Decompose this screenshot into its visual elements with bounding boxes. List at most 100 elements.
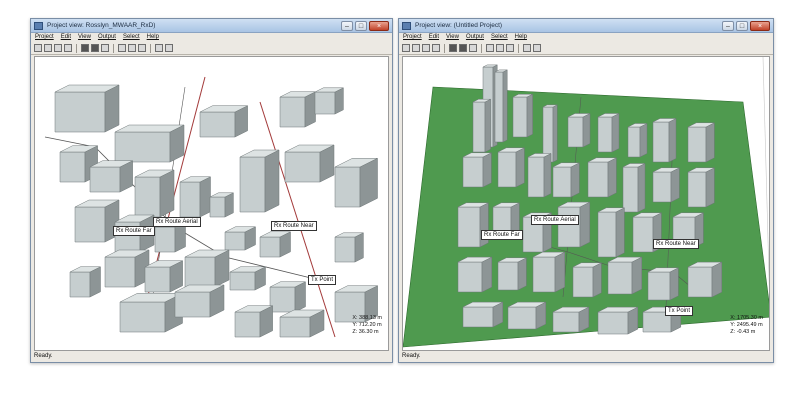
building-front: [627, 126, 641, 158]
menu-project[interactable]: Project: [35, 33, 54, 42]
menu-bar: Project Edit View Output Select Help: [399, 33, 773, 42]
building-front: [497, 151, 517, 188]
menu-select[interactable]: Select: [123, 33, 140, 42]
title-bar[interactable]: Project view: Rosslyn_MWAAR_RxD) – □ ×: [31, 19, 392, 33]
building-front: [234, 311, 261, 338]
building-front: [154, 226, 176, 253]
building-side: [199, 176, 211, 218]
3d-viewport[interactable]: Rx Route Aerial Rx Route Far Rx Route Ne…: [34, 56, 389, 351]
pan-icon[interactable]: [128, 44, 136, 52]
building-side: [579, 201, 591, 248]
building-front: [687, 126, 707, 163]
building-side: [611, 113, 620, 153]
city-model-canvas[interactable]: [403, 57, 770, 350]
save-project-icon[interactable]: [44, 44, 52, 52]
building-front: [74, 206, 106, 243]
building-side: [304, 91, 316, 128]
menu-help[interactable]: Help: [147, 33, 159, 42]
building-front: [114, 131, 171, 163]
menu-output[interactable]: Output: [98, 33, 116, 42]
toolbar-separator: [113, 43, 114, 53]
cursor-coordinates: X: 1705.30 m Y: 2495.49 m Z: -0.43 m: [730, 315, 763, 336]
building-side: [570, 162, 580, 198]
save-project-icon[interactable]: [412, 44, 420, 52]
minimize-button[interactable]: –: [341, 20, 353, 31]
building-side: [526, 93, 533, 138]
view-mode-icon[interactable]: [81, 44, 89, 52]
close-button[interactable]: ×: [369, 20, 389, 31]
rx-route-aerial-label: Rx Route Aerial: [531, 215, 579, 225]
building-front: [284, 151, 321, 183]
building-side: [711, 261, 723, 298]
title-bar[interactable]: Project view: (Untitled Project) – □ ×: [399, 19, 773, 33]
grid-icon[interactable]: [101, 44, 109, 52]
toolbar: [31, 42, 392, 55]
coord-y: Y: 2495.49 m: [730, 322, 763, 328]
building-side: [582, 113, 591, 148]
camera-icon[interactable]: [91, 44, 99, 52]
export-icon[interactable]: [64, 44, 72, 52]
building-front: [314, 91, 336, 115]
building-front: [687, 266, 713, 298]
open-project-icon[interactable]: [34, 44, 42, 52]
building-front: [597, 211, 617, 258]
building-front: [497, 261, 519, 291]
building-front: [552, 311, 580, 333]
3d-viewport[interactable]: Rx Route Aerial Rx Route Far Rx Route Ne…: [402, 56, 770, 351]
measure-icon[interactable]: [523, 44, 531, 52]
building-side: [515, 147, 525, 188]
building-front: [494, 71, 504, 143]
menu-output[interactable]: Output: [466, 33, 484, 42]
project-view-window-right: Project view: (Untitled Project) – □ × P…: [398, 18, 774, 363]
maximize-button[interactable]: □: [736, 20, 748, 31]
building-side: [264, 149, 280, 213]
rotate-icon[interactable]: [118, 44, 126, 52]
building-front: [567, 116, 584, 148]
building-side: [334, 87, 344, 115]
menu-project[interactable]: Project: [403, 33, 422, 42]
building-front: [632, 216, 654, 253]
building-front: [647, 271, 671, 301]
menu-select[interactable]: Select: [491, 33, 508, 42]
building-front: [179, 181, 201, 218]
camera-icon[interactable]: [459, 44, 467, 52]
select-icon[interactable]: [165, 44, 173, 52]
import-icon[interactable]: [54, 44, 62, 52]
building-front: [69, 271, 91, 298]
menu-help[interactable]: Help: [515, 33, 527, 42]
grid-icon[interactable]: [469, 44, 477, 52]
building-front: [572, 266, 594, 298]
building-side: [669, 267, 679, 301]
open-project-icon[interactable]: [402, 44, 410, 52]
menu-view[interactable]: View: [446, 33, 459, 42]
city-model-canvas[interactable]: [35, 57, 389, 350]
menu-bar: Project Edit View Output Select Help: [31, 33, 392, 42]
menu-edit[interactable]: Edit: [429, 33, 439, 42]
close-button[interactable]: ×: [750, 20, 770, 31]
menu-edit[interactable]: Edit: [61, 33, 71, 42]
export-icon[interactable]: [432, 44, 440, 52]
pan-icon[interactable]: [496, 44, 504, 52]
building-side: [615, 207, 625, 258]
building-front: [652, 121, 670, 163]
building-front: [224, 231, 246, 251]
tx-point-label: Tx Point: [308, 275, 337, 285]
import-icon[interactable]: [422, 44, 430, 52]
building-side: [481, 256, 493, 293]
building-front: [597, 311, 629, 335]
select-icon[interactable]: [533, 44, 541, 52]
view-mode-icon[interactable]: [449, 44, 457, 52]
maximize-button[interactable]: □: [355, 20, 367, 31]
zoom-icon[interactable]: [138, 44, 146, 52]
menu-view[interactable]: View: [78, 33, 91, 42]
building-front: [457, 261, 483, 293]
minimize-button[interactable]: –: [722, 20, 734, 31]
building-front: [229, 271, 256, 291]
toolbar-separator: [76, 43, 77, 53]
building-front: [119, 301, 166, 333]
building-side: [552, 104, 558, 163]
rotate-icon[interactable]: [486, 44, 494, 52]
zoom-icon[interactable]: [506, 44, 514, 52]
measure-icon[interactable]: [155, 44, 163, 52]
building-side: [607, 157, 617, 198]
